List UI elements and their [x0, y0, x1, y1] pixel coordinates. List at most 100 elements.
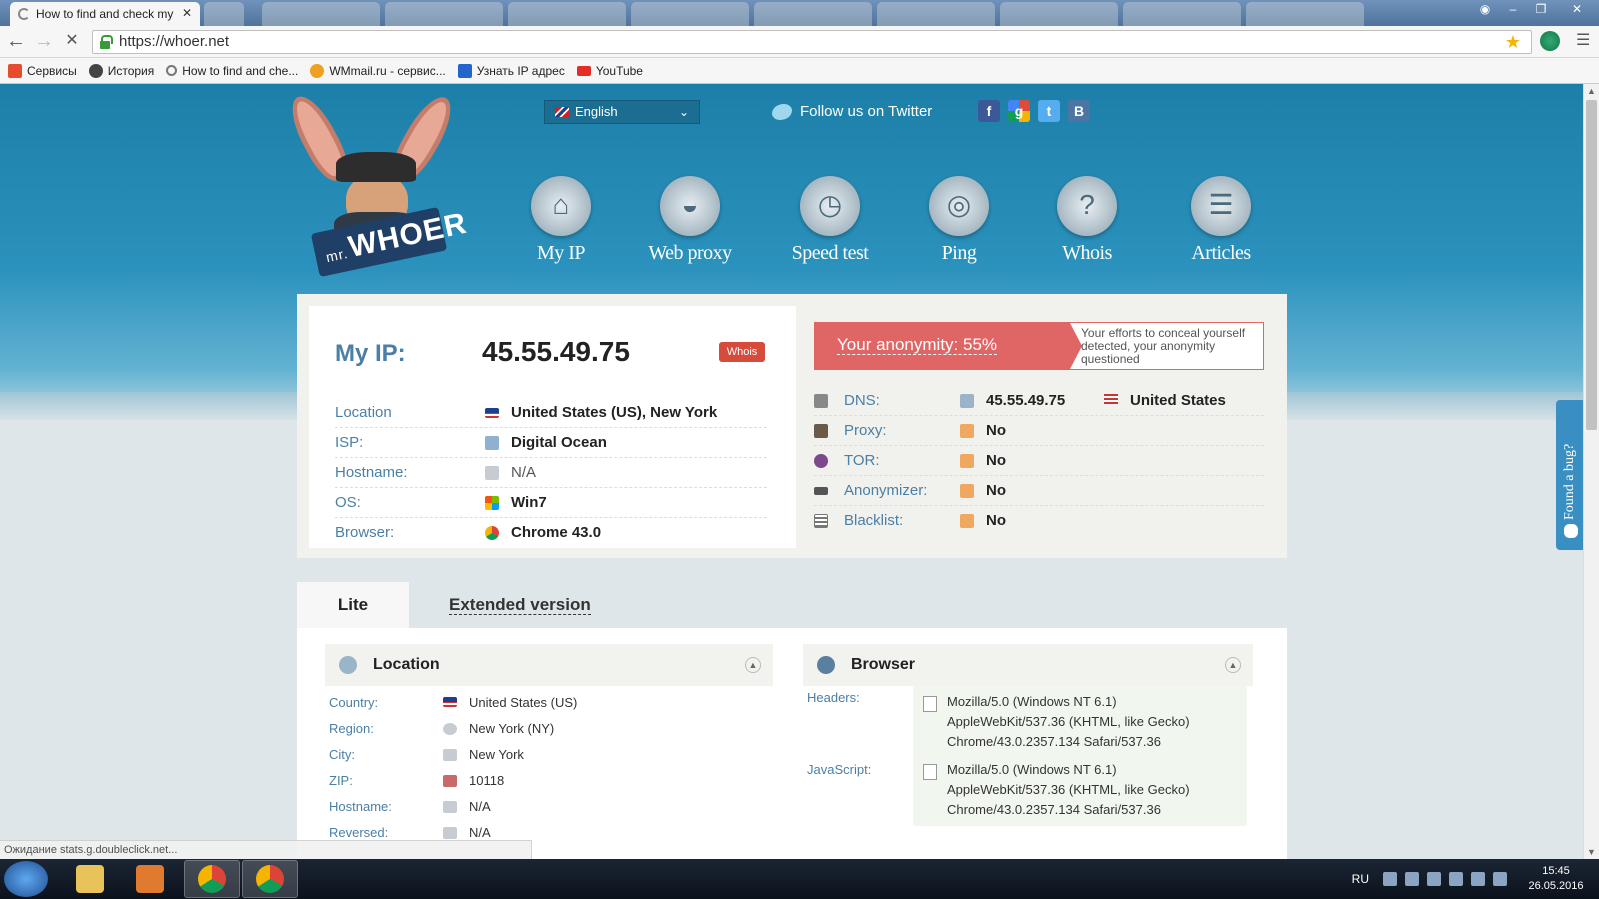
tray-app-icon[interactable] [1405, 872, 1419, 886]
chevron-up-icon[interactable]: ▲ [1225, 657, 1241, 673]
facebook-icon[interactable]: f [978, 100, 1000, 122]
ip-row-browser: Browser: Chrome 43.0 [335, 518, 767, 548]
scroll-up-icon[interactable]: ▲ [1587, 86, 1596, 96]
section-title: Location [373, 656, 440, 673]
bookmark-label: WMmail.ru - сервис... [329, 63, 446, 78]
taskbar-explorer[interactable] [62, 860, 118, 898]
scroll-down-icon[interactable]: ▼ [1587, 847, 1596, 857]
taskbar-chrome[interactable] [184, 860, 240, 898]
restore-icon[interactable]: ❐ [1527, 0, 1555, 20]
follow-twitter-link[interactable]: Follow us on Twitter [772, 103, 932, 120]
tab-lite[interactable]: Lite [297, 582, 409, 628]
tab-extended[interactable]: Extended version [449, 582, 591, 628]
google-icon[interactable]: g [1008, 100, 1030, 122]
stop-loading-icon[interactable]: ✕ [60, 30, 84, 54]
nav-web-proxy[interactable]: ◒ Web proxy [635, 176, 745, 265]
chevron-up-icon[interactable]: ▲ [745, 657, 761, 673]
row-value: Win7 [511, 494, 547, 511]
tab-new[interactable] [204, 2, 244, 26]
whois-button[interactable]: Whois [719, 342, 765, 362]
ip-address[interactable]: 45.55.49.75 [482, 336, 630, 368]
taskbar-media-player[interactable] [122, 860, 178, 898]
whoer-logo[interactable]: mr.WHOER [282, 89, 470, 278]
document-icon: ☰ [1191, 176, 1251, 236]
tab-close-icon[interactable]: ✕ [182, 6, 192, 20]
tab-background[interactable] [1123, 2, 1241, 26]
bookmark-star-icon[interactable]: ★ [1505, 31, 1521, 53]
bookmark-item[interactable]: YouTube [576, 64, 643, 78]
address-bar[interactable]: https://whoer.net ★ [92, 30, 1532, 54]
tab-background[interactable] [385, 2, 503, 26]
clipboard-icon[interactable] [1427, 872, 1441, 886]
bookmark-item[interactable]: WMmail.ru - сервис... [310, 63, 446, 78]
nav-label: Ping [941, 242, 977, 264]
close-icon[interactable]: ✕ [1555, 0, 1599, 20]
volume-icon[interactable] [1449, 872, 1463, 886]
row-key: Browser: [335, 524, 395, 541]
page-scrollbar[interactable]: ▲ ▼ [1583, 84, 1599, 859]
row-value: No [986, 482, 1006, 499]
tab-background[interactable] [1000, 2, 1118, 26]
anonymity-box: Your anonymity: 55% Your efforts to conc… [814, 322, 1264, 370]
bookmark-item[interactable]: How to find and che... [166, 64, 298, 78]
apps-icon [8, 63, 22, 78]
network-icon[interactable] [1493, 872, 1507, 886]
row-value: 10118 [469, 773, 505, 788]
vk-icon[interactable]: B [1068, 100, 1090, 122]
extension-globe-icon[interactable] [1540, 31, 1560, 51]
tab-background[interactable] [262, 2, 380, 26]
clock-date: 26.05.2016 [1528, 880, 1584, 892]
headers-value: Mozilla/5.0 (Windows NT 6.1) AppleWebKit… [947, 694, 1190, 749]
tab-background[interactable] [631, 2, 749, 26]
tab-background[interactable] [877, 2, 995, 26]
found-bug-tab[interactable]: Found a bug? [1556, 400, 1583, 550]
thumbs-up-icon [960, 484, 974, 498]
bookmark-item[interactable]: Узнать IP адрес [457, 63, 565, 78]
spy-hat-icon: ◒ [660, 176, 720, 236]
history-icon [88, 63, 103, 78]
javascript-label: JavaScript: [807, 762, 872, 777]
anonymity-score[interactable]: Your anonymity: 55% [815, 323, 1082, 369]
nav-speed-test[interactable]: ◷ Speed test [775, 176, 885, 265]
tab-background[interactable] [1246, 2, 1364, 26]
location-section-header[interactable]: Location ▲ [325, 644, 773, 686]
menu-icon[interactable]: ☰ [1576, 32, 1590, 50]
forward-arrow-icon[interactable]: → [32, 30, 56, 54]
thumbs-up-icon [960, 424, 974, 438]
tab-active[interactable]: How to find and check my ✕ [10, 2, 200, 26]
ip-card: My IP: 45.55.49.75 Whois Location United … [309, 306, 796, 548]
server-icon [443, 801, 457, 813]
nav-label: Articles [1191, 242, 1251, 264]
nav-label: Web proxy [648, 242, 732, 264]
glasses-icon [814, 487, 828, 495]
minimize-icon[interactable]: – [1499, 0, 1527, 20]
tab-background[interactable] [754, 2, 872, 26]
user-icon[interactable]: ◉ [1471, 0, 1499, 20]
my-ip-label: My IP: [335, 340, 406, 367]
chrome-icon [485, 526, 499, 540]
bookmark-item[interactable]: История [88, 63, 154, 78]
tab-background[interactable] [508, 2, 626, 26]
back-arrow-icon[interactable]: ← [4, 30, 28, 54]
nav-whois[interactable]: ? Whois [1032, 176, 1142, 265]
nav-articles[interactable]: ☰ Articles [1166, 176, 1276, 265]
start-button[interactable] [4, 861, 48, 897]
lock-icon [100, 35, 113, 49]
row-extra: United States [1130, 392, 1226, 409]
browser-section-header[interactable]: Browser ▲ [803, 644, 1253, 686]
twitter-icon[interactable]: t [1038, 100, 1060, 122]
browser-toolbar: ← → ✕ https://whoer.net ★ ☰ [0, 26, 1599, 58]
nav-ping[interactable]: ◎ Ping [904, 176, 1014, 265]
input-language[interactable]: RU [1352, 872, 1369, 886]
language-select[interactable]: English ⌄ [544, 100, 700, 124]
flag-icon[interactable] [1471, 872, 1485, 886]
scrollbar-thumb[interactable] [1586, 100, 1597, 430]
pen-icon[interactable] [1383, 872, 1397, 886]
taskbar-chrome-window[interactable] [242, 860, 298, 898]
anon-row-blacklist: Blacklist: No [814, 506, 1264, 536]
row-value: New York (NY) [469, 721, 555, 736]
bookmark-item[interactable]: Сервисы [8, 63, 77, 78]
nav-my-ip[interactable]: ⌂ My IP [506, 176, 616, 265]
clock[interactable]: 15:45 26.05.2016 [1521, 864, 1591, 894]
script-icon [923, 764, 937, 780]
